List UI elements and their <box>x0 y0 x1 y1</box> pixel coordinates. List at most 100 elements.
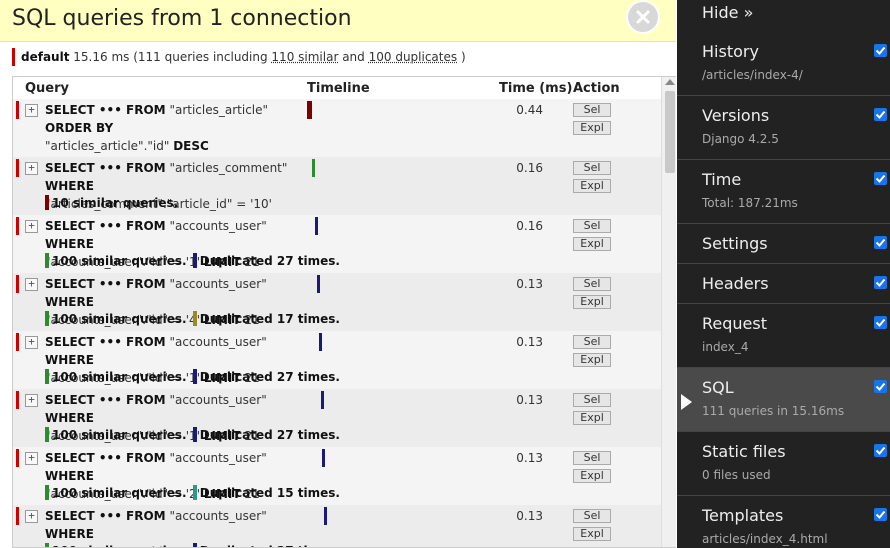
panel-toggle-checkbox[interactable] <box>874 380 887 393</box>
summary-and: and <box>342 50 365 64</box>
explain-button[interactable]: Expl <box>573 353 611 367</box>
sidebar-item-headers[interactable]: Headers <box>677 264 890 304</box>
similar-info: 100 similar queries. Duplicated 27 times… <box>45 427 340 442</box>
similar-count-link[interactable]: 110 similar <box>271 50 338 64</box>
expand-toggle[interactable]: + <box>25 336 38 349</box>
table-row: + SELECT ••• FROM "articles_comment" WHER… <box>13 157 661 215</box>
sql-table: "accounts_user" <box>169 219 267 233</box>
db-time: 15.16 ms <box>73 50 130 64</box>
sidebar-item-versions[interactable]: Versions Django 4.2.5 <box>677 96 890 160</box>
duplicate-color-mark <box>192 485 197 500</box>
table-row: + SELECT ••• FROM "articles_article" ORDE… <box>13 99 661 157</box>
sidebar-item-time[interactable]: Time Total: 187.21ms <box>677 160 890 224</box>
explain-button[interactable]: Expl <box>573 527 611 541</box>
scroll-up-icon[interactable] <box>665 79 675 85</box>
sidebar-item-history[interactable]: History/articles/index-4/ <box>677 32 890 96</box>
sql-condition: "articles_article"."id" <box>45 139 170 153</box>
similar-label: 100 similar queries. <box>52 254 187 268</box>
expand-toggle[interactable]: + <box>25 278 38 291</box>
query-time: 0.16 <box>516 219 543 233</box>
panel-toggle-checkbox[interactable] <box>874 44 887 57</box>
sql-keyword: SELECT ••• FROM <box>45 161 166 175</box>
timeline-bar <box>315 217 318 235</box>
explain-button[interactable]: Expl <box>573 411 611 425</box>
timeline-bar <box>312 159 315 177</box>
scroll-thumb[interactable] <box>665 91 675 173</box>
select-button[interactable]: Sel <box>573 393 611 407</box>
expand-toggle[interactable]: + <box>25 220 38 233</box>
select-button[interactable]: Sel <box>573 103 611 117</box>
select-button[interactable]: Sel <box>573 219 611 233</box>
similar-label: 100 similar queries. <box>52 370 187 384</box>
duplicate-color-mark <box>192 369 197 384</box>
sql-text: SELECT ••• FROM "accounts_user" WHERE"ac… <box>45 507 313 547</box>
sidebar-item-label: Time <box>702 170 742 189</box>
similar-label: 100 similar queries. <box>52 486 187 500</box>
sidebar-item-label: Settings <box>702 234 768 253</box>
explain-button[interactable]: Expl <box>573 237 611 251</box>
expand-toggle[interactable]: + <box>25 104 38 117</box>
sql-keyword: SELECT ••• FROM <box>45 103 166 117</box>
panel-toggle-checkbox[interactable] <box>874 276 887 289</box>
close-button[interactable] <box>626 0 660 34</box>
sql-keyword: SELECT ••• FROM <box>45 219 166 233</box>
summary-open: (111 queries including <box>133 50 268 64</box>
explain-button[interactable]: Expl <box>573 179 611 193</box>
similar-label: 100 similar queries. <box>52 544 187 547</box>
sidebar-item-subtitle: 0 files used <box>702 468 771 482</box>
sql-table: "accounts_user" <box>169 451 267 465</box>
explain-button[interactable]: Expl <box>573 469 611 483</box>
sql-table: "articles_comment" <box>169 161 288 175</box>
sidebar-item-sql[interactable]: SQL 111 queries in 15.16ms <box>677 368 890 432</box>
sql-panel: SQL queries from 1 connection default 15… <box>0 0 676 548</box>
sidebar-item-subtitle: 111 queries in 15.16ms <box>702 404 845 418</box>
panel-toggle-checkbox[interactable] <box>874 108 887 121</box>
expand-toggle[interactable]: + <box>25 162 38 175</box>
timeline-bar <box>307 101 312 119</box>
sql-keyword: WHERE <box>45 295 94 309</box>
select-button[interactable]: Sel <box>573 451 611 465</box>
duplicate-color-mark <box>192 543 197 547</box>
sql-table: "articles_article" <box>169 103 269 117</box>
similar-label: 100 similar queries. <box>52 312 187 326</box>
panel-toggle-checkbox[interactable] <box>874 172 887 185</box>
timeline-bar <box>324 507 327 525</box>
panel-toggle-checkbox[interactable] <box>874 316 887 329</box>
select-button[interactable]: Sel <box>573 277 611 291</box>
sidebar-item-label: History <box>702 42 759 61</box>
sidebar-item-settings[interactable]: Settings <box>677 224 890 264</box>
duplicates-count-link[interactable]: 100 duplicates <box>369 50 458 64</box>
similar-color-mark <box>45 253 49 268</box>
query-status-bar <box>16 275 19 293</box>
panel-toggle-checkbox[interactable] <box>874 508 887 521</box>
sql-table: "accounts_user" <box>169 393 267 407</box>
similar-info: 100 similar queries. Duplicated 15 times… <box>45 485 340 500</box>
sql-table: "accounts_user" <box>169 335 267 349</box>
sql-table: "accounts_user" <box>169 509 267 523</box>
expand-toggle[interactable]: + <box>25 394 38 407</box>
sidebar-item-request[interactable]: Request index_4 <box>677 304 890 368</box>
panel-toggle-checkbox[interactable] <box>874 236 887 249</box>
explain-button[interactable]: Expl <box>573 295 611 309</box>
toolbar-sidebar: Hide » History/articles/index-4/Versions… <box>677 0 890 548</box>
scrollbar[interactable] <box>661 77 676 547</box>
panel-toggle-checkbox[interactable] <box>874 444 887 457</box>
query-status-bar <box>16 159 19 177</box>
select-button[interactable]: Sel <box>573 509 611 523</box>
sql-keyword: DESC <box>173 139 209 153</box>
timeline-bar <box>321 391 324 409</box>
expand-toggle[interactable]: + <box>25 510 38 523</box>
sql-text: SELECT ••• FROM "articles_article" ORDER… <box>45 101 313 155</box>
hide-toolbar-button[interactable]: Hide » <box>702 3 753 22</box>
explain-button[interactable]: Expl <box>573 121 611 135</box>
sidebar-item-templates[interactable]: Templates articles/index_4.html <box>677 496 890 548</box>
duplicate-label: Duplicated 17 times. <box>199 312 340 326</box>
select-button[interactable]: Sel <box>573 335 611 349</box>
connection-summary: default 15.16 ms (111 queries including … <box>12 48 466 66</box>
select-button[interactable]: Sel <box>573 161 611 175</box>
sql-keyword: WHERE <box>45 469 94 483</box>
sidebar-item-label: Headers <box>702 274 769 293</box>
sidebar-item-static-files[interactable]: Static files 0 files used <box>677 432 890 496</box>
timeline-bar <box>317 275 320 293</box>
expand-toggle[interactable]: + <box>25 452 38 465</box>
